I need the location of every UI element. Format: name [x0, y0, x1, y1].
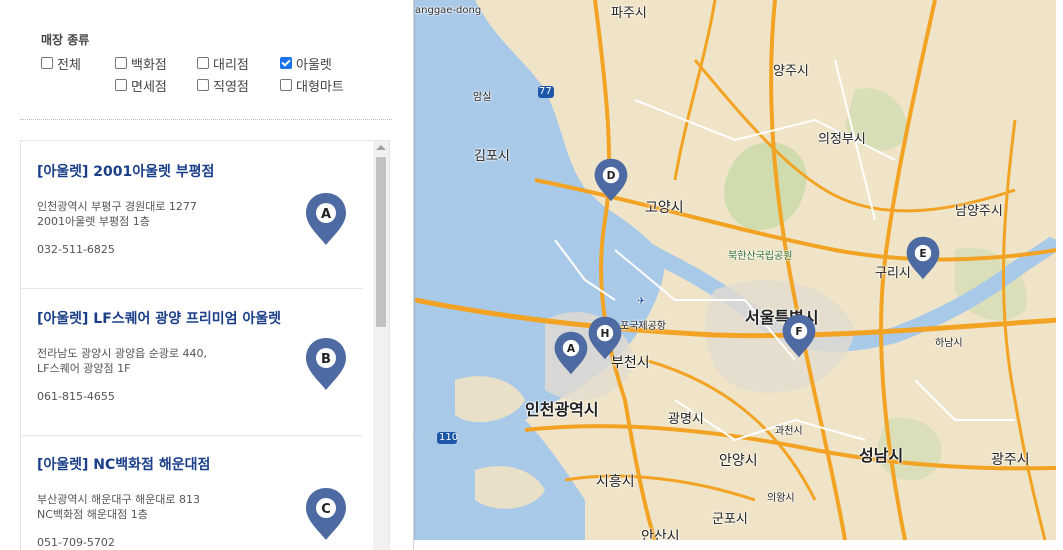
checkbox-agency[interactable]: 대리점 — [197, 54, 249, 73]
store-item[interactable]: [아울렛] 2001아울렛 부평점 인천광역시 부평구 경원대로 1277 20… — [21, 161, 363, 289]
map-label: 인천광역시 — [525, 400, 599, 419]
map-label: anggae-dong — [415, 5, 482, 16]
marker-letter: A — [567, 342, 576, 355]
map-marker-pin-icon[interactable]: E — [905, 235, 941, 281]
store-map[interactable]: anggae-dong 파주시 양주시 암실 77 의정부시 김포시 고양시 남… — [414, 0, 1056, 540]
checkbox-all[interactable]: 전체 — [41, 54, 81, 73]
store-list[interactable]: [아울렛] 2001아울렛 부평점 인천광역시 부평구 경원대로 1277 20… — [20, 140, 390, 550]
marker-letter: B — [321, 352, 331, 367]
checkbox-label: 전체 — [57, 57, 81, 73]
store-item[interactable]: [아울렛] NC백화점 해운대점 부산광역시 해운대구 해운대로 813 NC백… — [37, 454, 363, 550]
marker-letter: H — [601, 327, 610, 340]
map-label: 안양시 — [719, 453, 758, 469]
checkbox-box[interactable] — [280, 79, 292, 91]
address-line: NC백화점 해운대점 1층 — [37, 508, 148, 521]
map-label: 고양시 — [645, 200, 684, 216]
scroll-up-arrow-icon[interactable] — [376, 145, 386, 150]
checkbox-label: 면세점 — [131, 79, 167, 95]
scroll-thumb[interactable] — [376, 157, 386, 327]
checkbox-hypermarket[interactable]: 대형마트 — [280, 76, 344, 95]
marker-pin-icon[interactable]: C — [304, 486, 348, 542]
marker-pin-icon[interactable]: A — [304, 191, 348, 247]
store-name[interactable]: [아울렛] NC백화점 해운대점 — [37, 454, 363, 474]
store-address: 부산광역시 해운대구 해운대로 813 NC백화점 해운대점 1층 — [37, 492, 200, 522]
address-line: 전라남도 광양시 광양읍 순광로 440, — [37, 347, 208, 360]
road-badge: 110 — [439, 432, 459, 443]
road-badge: 77 — [539, 86, 552, 97]
checkbox-label: 대형마트 — [296, 79, 344, 95]
store-phone: 061-815-4655 — [37, 390, 115, 403]
checkbox-outlet[interactable]: 아울렛 — [280, 54, 332, 73]
store-type-title: 매장 종류 — [41, 33, 90, 47]
marker-letter: C — [321, 502, 331, 517]
filter-divider — [20, 119, 392, 120]
checkbox-box[interactable] — [197, 57, 209, 69]
address-line: 부산광역시 해운대구 해운대로 813 — [37, 493, 201, 506]
map-marker-pin-icon[interactable]: F — [781, 313, 817, 359]
store-name[interactable]: [아울렛] LF스퀘어 광양 프리미엄 아울렛 — [37, 308, 363, 328]
checkbox-box[interactable] — [197, 79, 209, 91]
address-line: 2001아울렛 부평점 1층 — [37, 215, 150, 228]
marker-letter: A — [321, 207, 331, 222]
checkbox-label: 직영점 — [213, 79, 249, 95]
airport-icon: ✈ — [637, 296, 646, 307]
map-label: 안산시 — [641, 529, 680, 540]
map-label: 광명시 — [668, 412, 704, 427]
marker-letter: F — [795, 325, 802, 338]
map-label: 양주시 — [773, 64, 809, 79]
store-name[interactable]: [아울렛] 2001아울렛 부평점 — [37, 161, 363, 181]
store-filter-panel: 매장 종류 전체 백화점 대리점 아울렛 면세점 직영점 대형마트 [아울렛] … — [0, 0, 414, 550]
checkbox-duty-free[interactable]: 면세점 — [115, 76, 167, 95]
map-label: 남양주시 — [955, 204, 1003, 219]
checkbox-direct-store[interactable]: 직영점 — [197, 76, 249, 95]
map-label: 군포시 — [712, 512, 748, 527]
map-label: 포국제공항 — [620, 321, 666, 332]
checkbox-label: 아울렛 — [296, 57, 332, 73]
address-line: 인천광역시 부평구 경원대로 1277 — [37, 200, 197, 213]
checkbox-box[interactable] — [115, 79, 127, 91]
checkbox-box[interactable] — [41, 57, 53, 69]
store-phone: 032-511-6825 — [37, 243, 115, 256]
store-separator — [21, 435, 363, 436]
checkbox-department-store[interactable]: 백화점 — [115, 54, 167, 73]
map-label: 시흥시 — [596, 474, 635, 490]
map-label: 의정부시 — [818, 132, 866, 147]
map-label: 암실 — [473, 92, 492, 103]
map-label: 과천시 — [775, 426, 803, 437]
address-line: LF스퀘어 광양점 1F — [37, 362, 131, 375]
marker-letter: D — [607, 169, 616, 182]
map-label: 북한산국립공원 — [728, 251, 793, 262]
map-label: 성남시 — [859, 446, 904, 465]
map-label: 하남시 — [935, 338, 963, 349]
store-separator — [21, 288, 363, 289]
list-scrollbar[interactable] — [373, 141, 389, 550]
marker-pin-icon[interactable]: B — [304, 336, 348, 392]
checkbox-label: 대리점 — [213, 57, 249, 73]
map-marker-pin-icon[interactable]: H — [587, 315, 623, 361]
checkbox-box[interactable] — [280, 57, 292, 69]
map-marker-pin-icon[interactable]: A — [553, 330, 589, 376]
store-item[interactable]: [아울렛] LF스퀘어 광양 프리미엄 아울렛 전라남도 광양시 광양읍 순광로… — [21, 308, 363, 436]
store-address: 전라남도 광양시 광양읍 순광로 440, LF스퀘어 광양점 1F — [37, 346, 207, 376]
checkbox-label: 백화점 — [131, 57, 167, 73]
store-phone: 051-709-5702 — [37, 536, 115, 549]
map-label: 파주시 — [611, 6, 647, 21]
marker-letter: E — [919, 247, 926, 260]
store-address: 인천광역시 부평구 경원대로 1277 2001아울렛 부평점 1층 — [37, 199, 197, 229]
map-label: 광주시 — [991, 452, 1030, 468]
checkbox-box[interactable] — [115, 57, 127, 69]
map-marker-pin-icon[interactable]: D — [593, 157, 629, 203]
map-label: 의왕시 — [767, 493, 795, 504]
map-label: 김포시 — [474, 149, 510, 164]
